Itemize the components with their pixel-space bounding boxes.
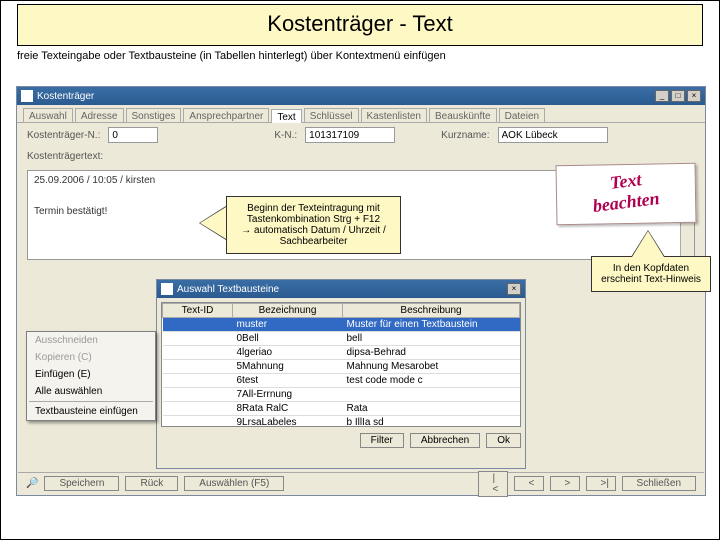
- table-cell: [343, 388, 520, 402]
- callout2-l2: erscheint Text-Hinweis: [600, 274, 702, 285]
- window-title: Kostenträger: [37, 91, 94, 102]
- kurzname-input[interactable]: [498, 127, 608, 143]
- tab-kastenlisten[interactable]: Kastenlisten: [361, 108, 427, 122]
- kt-nr-label: Kostenträger-N.:: [27, 130, 100, 141]
- footerbar: 🔎 Speichern Rück Auswählen (F5) |< < > >…: [18, 472, 704, 494]
- table-cell: 4lgeriao: [233, 346, 343, 360]
- kttext-label: Kostenträgertext:: [27, 151, 103, 162]
- kt-nr-input[interactable]: [108, 127, 158, 143]
- table-cell: [163, 402, 233, 416]
- callout1-l1: Beginn der Texteintragung mit: [235, 203, 392, 214]
- kurzname-label: Kurzname:: [441, 130, 489, 141]
- dialog-icon: [161, 283, 173, 295]
- context-menu: Ausschneiden Kopieren (C) Einfügen (E) A…: [26, 331, 156, 421]
- tab-ansprechpartner[interactable]: Ansprechpartner: [183, 108, 269, 122]
- dialog-cancel-button[interactable]: Abbrechen: [410, 433, 480, 448]
- auswaehlen-button[interactable]: Auswählen (F5): [184, 476, 284, 491]
- table-cell: b IllIa sd: [343, 416, 520, 428]
- table-row[interactable]: 6testtest code mode c: [163, 374, 520, 388]
- rueck-button[interactable]: Rück: [125, 476, 178, 491]
- nav-next[interactable]: >: [550, 476, 580, 491]
- callout2-arrow-fill: [632, 231, 664, 257]
- tabstrip: Auswahl Adresse Sonstiges Ansprechpartne…: [17, 105, 705, 123]
- table-cell: Rata: [343, 402, 520, 416]
- slide-title: Kostenträger - Text: [17, 4, 703, 46]
- table-cell: Muster für einen Textbaustein: [343, 318, 520, 332]
- col-beschreibung[interactable]: Beschreibung: [343, 304, 520, 318]
- header-fieldrow: Kostenträger-N.: K-N.: Kurzname:: [17, 123, 705, 147]
- nav-last[interactable]: >|: [586, 476, 616, 491]
- tab-dateien[interactable]: Dateien: [499, 108, 545, 122]
- table-cell: test code mode c: [343, 374, 520, 388]
- table-cell: 0Bell: [233, 332, 343, 346]
- slide-caption: freie Texteingabe oder Textbausteine (in…: [17, 50, 703, 62]
- col-textid[interactable]: Text-ID: [163, 304, 233, 318]
- table-cell: [163, 360, 233, 374]
- table-cell: [163, 346, 233, 360]
- callout1-l4: Sachbearbeiter: [235, 236, 392, 247]
- table-row[interactable]: 5MahnungMahnung Mesarobet: [163, 360, 520, 374]
- table-cell: [163, 318, 233, 332]
- dialog-title: Auswahl Textbausteine: [177, 284, 279, 295]
- tab-beauskuenfte[interactable]: Beauskünfte: [429, 108, 497, 122]
- titlebar: Kostenträger _ □ ×: [17, 87, 705, 105]
- table-cell: [163, 388, 233, 402]
- table-row[interactable]: 9LrsaLabelesb IllIa sd: [163, 416, 520, 428]
- dialog-table[interactable]: Text-ID Bezeichnung Beschreibung musterM…: [161, 302, 521, 427]
- table-cell: 7All-Errnung: [233, 388, 343, 402]
- nav-first[interactable]: |<: [478, 471, 508, 497]
- col-bezeichnung[interactable]: Bezeichnung: [233, 304, 343, 318]
- table-cell: 9LrsaLabeles: [233, 416, 343, 428]
- dialog-filter-button[interactable]: Filter: [360, 433, 404, 448]
- tab-auswahl[interactable]: Auswahl: [23, 108, 73, 122]
- note-text-beachten: Text beachten: [555, 163, 696, 225]
- table-row[interactable]: 8Rata RalCRata: [163, 402, 520, 416]
- app-icon: [21, 90, 33, 102]
- ctx-copy: Kopieren (C): [27, 349, 155, 366]
- dialog-ok-button[interactable]: Ok: [486, 433, 521, 448]
- table-cell: bell: [343, 332, 520, 346]
- tab-sonstiges[interactable]: Sonstiges: [126, 108, 182, 122]
- table-cell: [163, 374, 233, 388]
- close-button[interactable]: ×: [687, 90, 701, 102]
- callout1-l3: → automatisch Datum / Uhrzeit /: [235, 225, 392, 236]
- table-cell: 8Rata RalC: [233, 402, 343, 416]
- ctx-cut: Ausschneiden: [27, 332, 155, 349]
- speichern-button[interactable]: Speichern: [44, 476, 119, 491]
- table-cell: Mahnung Mesarobet: [343, 360, 520, 374]
- callout-kopfdaten: In den Kopfdaten erscheint Text-Hinweis: [591, 256, 711, 292]
- kn-label: K-N.:: [274, 130, 297, 141]
- table-cell: muster: [233, 318, 343, 332]
- ctx-selectall[interactable]: Alle auswählen: [27, 383, 155, 400]
- dialog-textbausteine: Auswahl Textbausteine × Text-ID Bezeichn…: [156, 279, 526, 469]
- table-cell: [163, 332, 233, 346]
- tab-schluessel[interactable]: Schlüssel: [304, 108, 359, 122]
- dialog-titlebar: Auswahl Textbausteine ×: [157, 280, 525, 298]
- dialog-close-button[interactable]: ×: [507, 283, 521, 295]
- nav-prev[interactable]: <: [514, 476, 544, 491]
- table-cell: dipsa-Behrad: [343, 346, 520, 360]
- table-cell: 6test: [233, 374, 343, 388]
- tab-text[interactable]: Text: [271, 109, 301, 123]
- callout1-l2: Tastenkombination Strg + F12: [235, 214, 392, 225]
- tab-adresse[interactable]: Adresse: [75, 108, 124, 122]
- callout-texteintragung: Beginn der Texteintragung mit Tastenkomb…: [226, 196, 401, 254]
- footer-icon: 🔎: [26, 478, 38, 489]
- table-row[interactable]: 4lgeriaodipsa-Behrad: [163, 346, 520, 360]
- table-row[interactable]: 7All-Errnung: [163, 388, 520, 402]
- table-row[interactable]: 0Bellbell: [163, 332, 520, 346]
- minimize-button[interactable]: _: [655, 90, 669, 102]
- callout1-arrow-fill: [200, 207, 226, 239]
- ctx-insert-textbaustein[interactable]: Textbausteine einfügen: [27, 403, 155, 420]
- table-cell: [163, 416, 233, 428]
- table-row[interactable]: musterMuster für einen Textbaustein: [163, 318, 520, 332]
- maximize-button[interactable]: □: [671, 90, 685, 102]
- schliessen-button[interactable]: Schließen: [622, 476, 696, 491]
- ctx-paste[interactable]: Einfügen (E): [27, 366, 155, 383]
- callout2-l1: In den Kopfdaten: [600, 263, 702, 274]
- table-cell: 5Mahnung: [233, 360, 343, 374]
- kn-input[interactable]: [305, 127, 395, 143]
